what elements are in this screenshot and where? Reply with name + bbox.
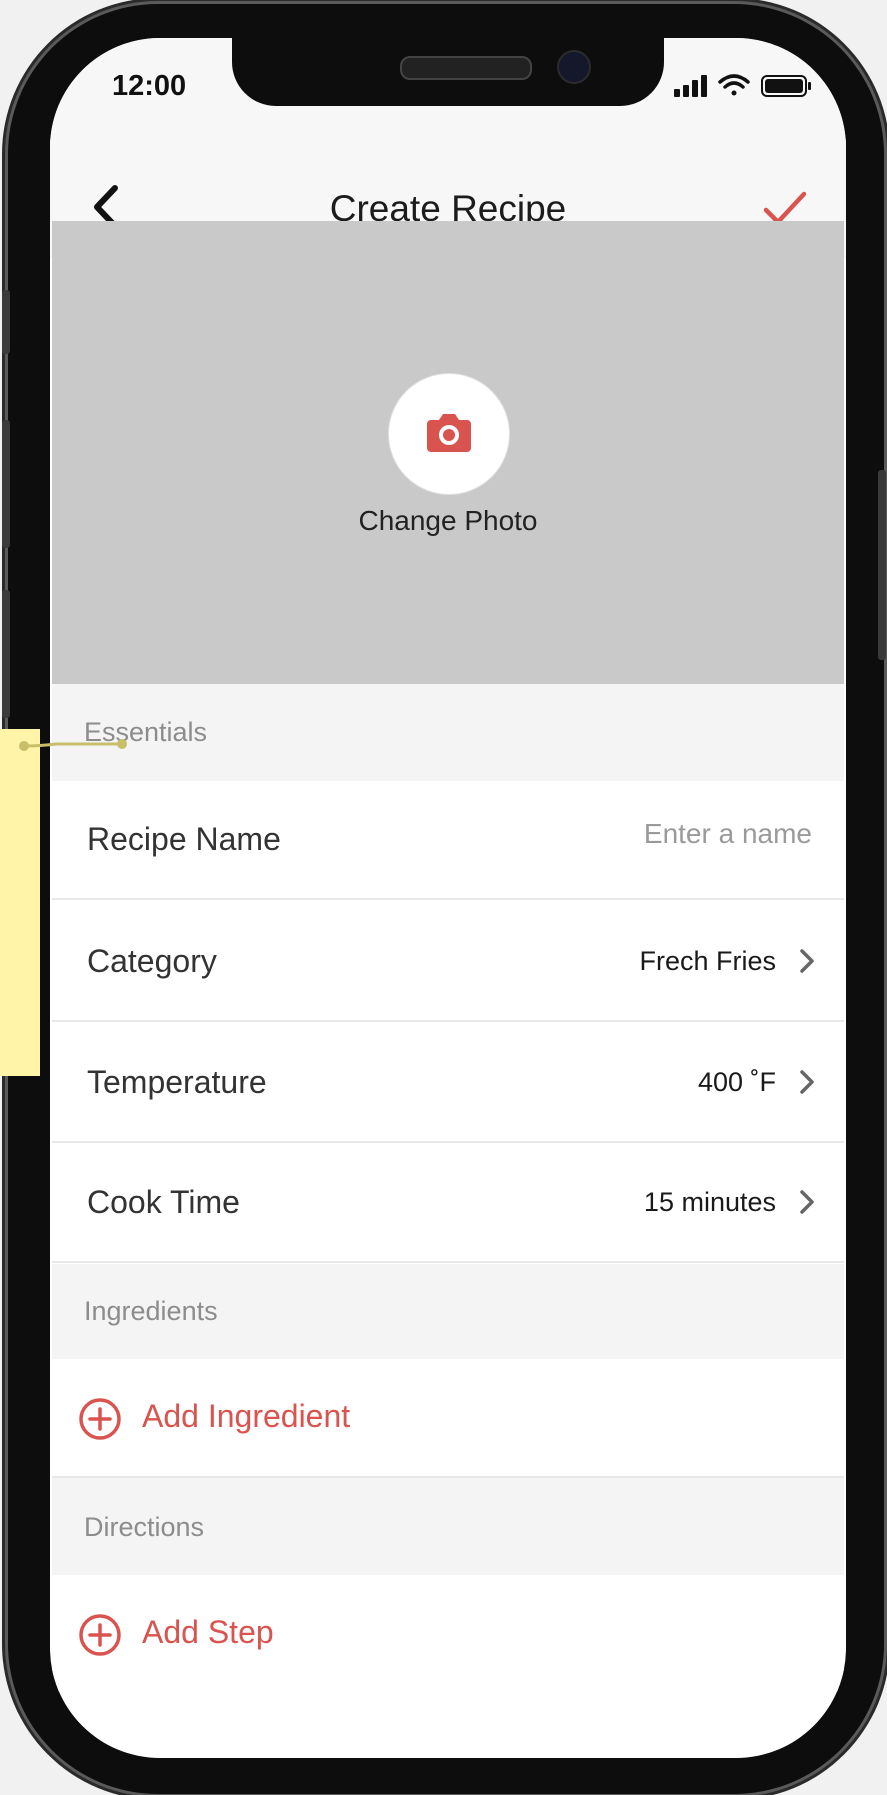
section-essentials: Essentials — [52, 684, 844, 781]
status-icons — [674, 74, 814, 98]
recipe-name-input[interactable] — [470, 817, 814, 851]
battery-icon — [761, 75, 811, 97]
section-label-ingredients: Ingredients — [84, 1296, 218, 1326]
notch — [232, 38, 664, 106]
add-circle-icon — [79, 1398, 121, 1440]
temperature-row[interactable]: Temperature 400 ˚F — [52, 1024, 844, 1143]
recipe-photo-area: Change Photo — [52, 221, 844, 684]
cook-time-value: 15 minutes — [643, 1187, 776, 1217]
cook-time-label: Cook Time — [87, 1184, 240, 1220]
chevron-right-icon — [800, 1190, 814, 1214]
add-step-button[interactable]: Add Step — [52, 1575, 844, 1692]
speaker-grille — [400, 56, 532, 80]
phone-screen: 12:00 Create Recipe Change Photo Essenti… — [50, 38, 846, 1758]
status-time: 12:00 — [112, 70, 187, 102]
add-circle-icon — [79, 1614, 121, 1656]
add-ingredient-button[interactable]: Add Ingredient — [52, 1359, 844, 1478]
change-photo-label[interactable]: Change Photo — [52, 505, 844, 537]
chevron-right-icon — [800, 949, 814, 973]
temperature-value: 400 ˚F — [697, 1067, 776, 1097]
volume-up-button — [2, 420, 10, 548]
add-step-label: Add Step — [142, 1614, 274, 1650]
volume-down-button — [2, 590, 10, 718]
category-value: Frech Fries — [639, 946, 776, 976]
section-ingredients: Ingredients — [52, 1264, 844, 1359]
front-camera — [557, 50, 591, 84]
cook-time-row[interactable]: Cook Time 15 minutes — [52, 1144, 844, 1263]
mute-switch — [2, 290, 10, 354]
change-photo-button[interactable] — [388, 373, 510, 495]
wifi-icon — [718, 74, 750, 96]
temperature-label: Temperature — [87, 1064, 267, 1100]
recipe-name-row: Recipe Name — [52, 781, 844, 900]
signal-icon — [674, 75, 707, 97]
category-label: Category — [87, 943, 217, 979]
category-row[interactable]: Category Frech Fries — [52, 903, 844, 1022]
chevron-right-icon — [800, 1070, 814, 1094]
recipe-name-label: Recipe Name — [87, 821, 281, 857]
section-directions: Directions — [52, 1478, 844, 1575]
add-ingredient-label: Add Ingredient — [142, 1398, 351, 1434]
annotation-sticky-note — [0, 729, 40, 1076]
camera-icon — [427, 414, 471, 452]
power-button — [878, 470, 886, 660]
annotation-connector — [19, 739, 127, 751]
section-label-directions: Directions — [84, 1512, 205, 1542]
